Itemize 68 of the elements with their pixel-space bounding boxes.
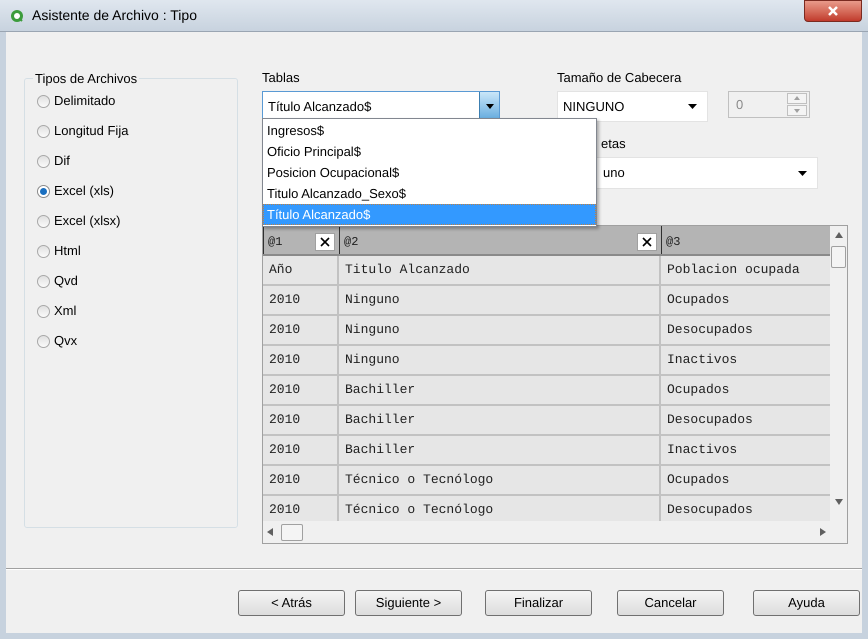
table-cell: 2010 bbox=[263, 346, 339, 374]
close-button[interactable] bbox=[804, 0, 862, 22]
horizontal-scrollbar[interactable] bbox=[263, 521, 830, 543]
table-cell: Ninguno bbox=[339, 286, 661, 314]
scroll-right-icon[interactable] bbox=[820, 528, 826, 536]
column-header[interactable]: @2 bbox=[339, 226, 661, 254]
table-cell: Titulo Alcanzado bbox=[339, 256, 661, 284]
column-header-text: @1 bbox=[268, 234, 284, 251]
column-header-text: @3 bbox=[666, 234, 682, 251]
radio-button[interactable] bbox=[37, 184, 50, 198]
table-cell: Año bbox=[263, 256, 339, 284]
radio-button[interactable] bbox=[37, 304, 50, 318]
table-cell: Bachiller bbox=[339, 406, 661, 434]
dialog-button[interactable]: Siguiente > bbox=[355, 590, 462, 616]
caret-icon bbox=[798, 170, 807, 176]
table-cell: Bachiller bbox=[339, 436, 661, 464]
dialog-button[interactable]: Cancelar bbox=[617, 590, 724, 616]
scroll-down-icon[interactable] bbox=[834, 499, 842, 505]
radio-button[interactable] bbox=[37, 244, 50, 258]
radio-label[interactable]: Qvd bbox=[54, 273, 78, 289]
scroll-up-icon[interactable] bbox=[834, 232, 842, 238]
radio-button[interactable] bbox=[37, 94, 50, 108]
caret-icon bbox=[486, 104, 494, 109]
radio-button[interactable] bbox=[37, 334, 50, 348]
table-cell: Ninguno bbox=[339, 316, 661, 344]
radio-label[interactable]: Html bbox=[54, 243, 81, 259]
window-title: Asistente de Archivo : Tipo bbox=[32, 6, 197, 25]
scroll-thumb[interactable] bbox=[281, 524, 303, 540]
table-cell: Ninguno bbox=[339, 346, 661, 374]
radio-label[interactable]: Xml bbox=[54, 303, 76, 319]
field-label: etas bbox=[601, 136, 627, 152]
caret-icon bbox=[688, 104, 697, 109]
radio-label[interactable]: Excel (xlsx) bbox=[54, 213, 120, 229]
table-cell: Técnico o Tecnólogo bbox=[339, 466, 661, 494]
header-size-combobox[interactable]: NINGUNO bbox=[557, 91, 708, 122]
radio-button[interactable] bbox=[37, 274, 50, 288]
radio-label[interactable]: Delimitado bbox=[54, 93, 116, 109]
field-label: Tamaño de Cabecera bbox=[557, 70, 682, 86]
close-icon[interactable] bbox=[315, 233, 335, 251]
table-cell: 2010 bbox=[263, 286, 339, 314]
table-cell: 2010 bbox=[263, 466, 339, 494]
table-cell: 2010 bbox=[263, 436, 339, 464]
scroll-left-icon[interactable] bbox=[267, 528, 273, 536]
radio-label[interactable]: Excel (xls) bbox=[54, 183, 114, 199]
vertical-scrollbar[interactable] bbox=[830, 226, 847, 543]
app-logo-icon bbox=[10, 8, 24, 22]
field-label: Tablas bbox=[262, 70, 301, 86]
dropdown-button[interactable] bbox=[479, 92, 499, 121]
close-icon[interactable] bbox=[637, 233, 657, 251]
table-cell: 2010 bbox=[263, 406, 339, 434]
dialog-button[interactable]: Ayuda bbox=[753, 590, 860, 616]
radio-label[interactable]: Dif bbox=[54, 153, 70, 169]
radio-label[interactable]: Qvx bbox=[54, 333, 78, 349]
table-cell: Bachiller bbox=[339, 376, 661, 404]
table-cell: 2010 bbox=[263, 316, 339, 344]
close-icon bbox=[827, 4, 839, 16]
dropdown-item[interactable]: Ingresos$ bbox=[263, 120, 596, 141]
radio-button[interactable] bbox=[37, 214, 50, 228]
table-cell: 2010 bbox=[263, 376, 339, 404]
column-header-text: @2 bbox=[344, 234, 360, 251]
column-header[interactable]: @1 bbox=[263, 226, 339, 254]
radio-label[interactable]: Longitud Fija bbox=[54, 123, 128, 139]
scroll-thumb[interactable] bbox=[831, 246, 846, 268]
radio-button[interactable] bbox=[37, 154, 50, 168]
dialog-button[interactable]: < Atrás bbox=[238, 590, 345, 616]
spin-arrows-icon[interactable] bbox=[787, 93, 807, 116]
radio-button[interactable] bbox=[37, 124, 50, 138]
dialog-button[interactable]: Finalizar bbox=[485, 590, 592, 616]
